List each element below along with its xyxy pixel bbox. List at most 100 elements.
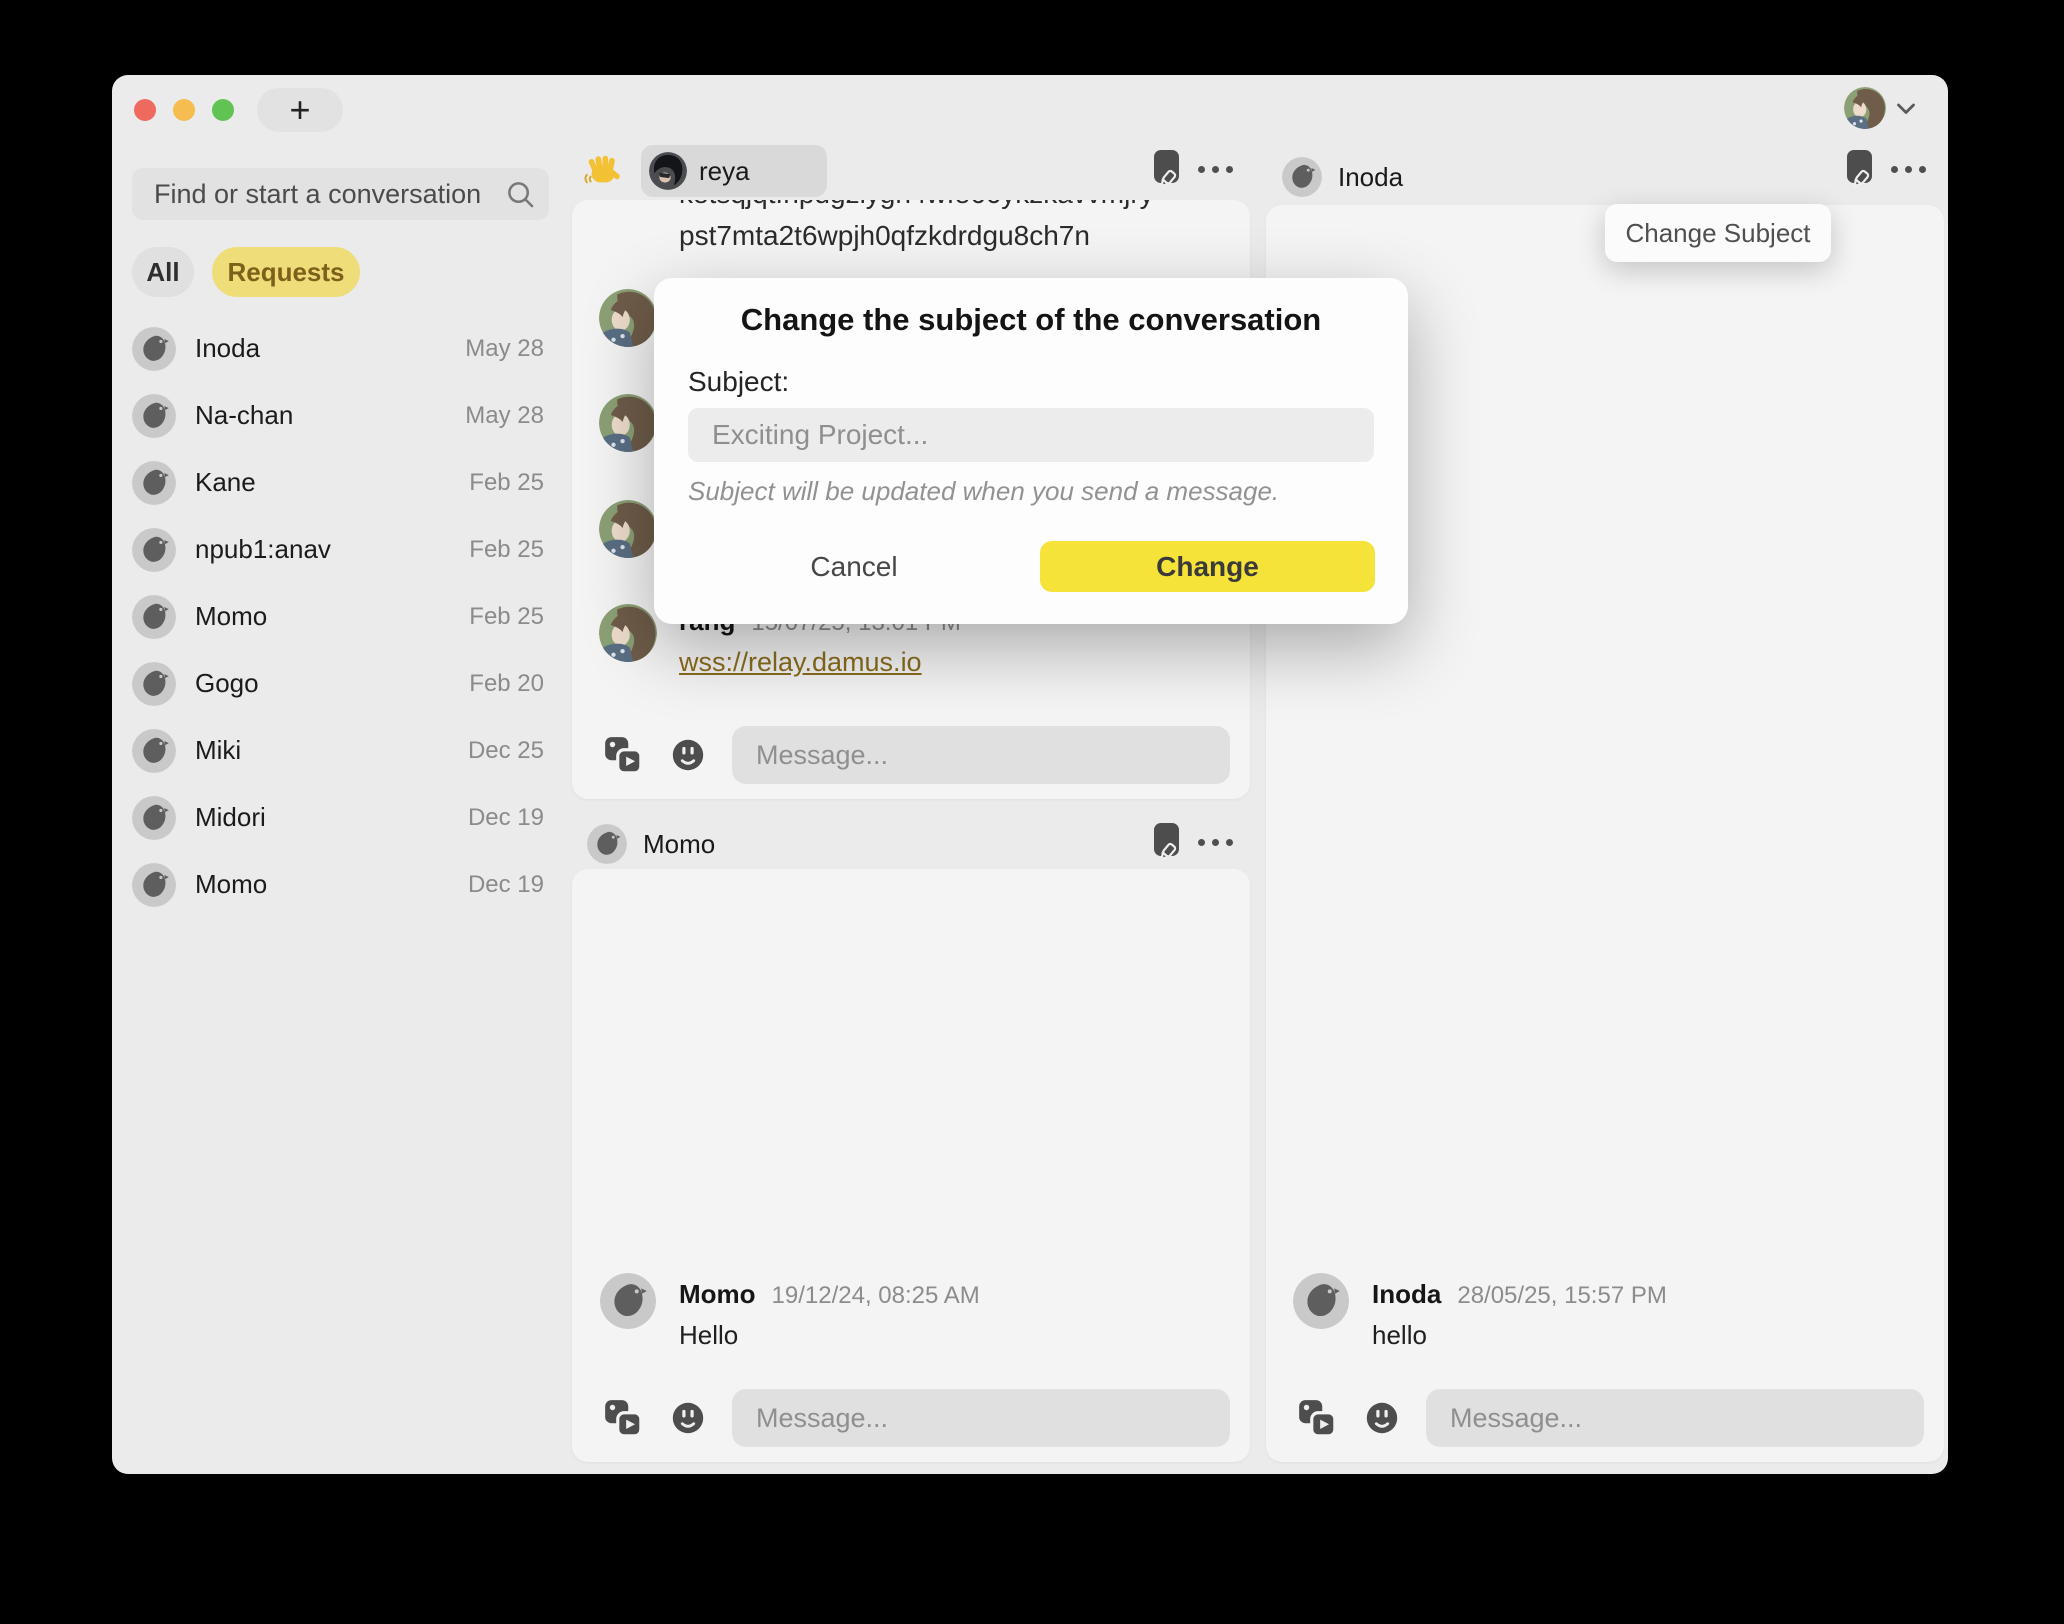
conversation-date: Dec 19 (468, 871, 544, 899)
conversation-date: Feb 25 (469, 603, 544, 631)
message-input[interactable] (1426, 1389, 1924, 1447)
default-avatar (132, 729, 176, 773)
emoji-picker-icon[interactable] (669, 736, 707, 774)
rang-avatar (599, 289, 657, 347)
conversation-list: Inoda May 28 Na-chan May 28 Kane Feb 25 … (132, 315, 544, 918)
subject-label: Subject: (688, 366, 789, 398)
composer-inoda (1296, 1389, 1924, 1447)
new-tab-button[interactable]: + (257, 88, 343, 132)
conversation-row[interactable]: Kane Feb 25 (132, 449, 544, 516)
message-text: Hello (679, 1320, 980, 1351)
conversation-row[interactable]: Momo Feb 25 (132, 583, 544, 650)
rang-avatar (599, 394, 657, 452)
default-avatar (132, 461, 176, 505)
chat-header-momo: Momo (587, 818, 715, 870)
message-text: hello (1372, 1320, 1667, 1351)
npub-line: pst7mta2t6wpjh0qfzkdrdgu8ch7n (679, 214, 1230, 258)
default-avatar (132, 662, 176, 706)
conversation-name: Inoda (195, 333, 446, 364)
relay-link[interactable]: wss://relay.damus.io (679, 647, 922, 678)
message-momo: Momo 19/12/24, 08:25 AM Hello (600, 1273, 980, 1351)
change-subject-icon[interactable] (1152, 822, 1184, 862)
conversation-date: May 28 (465, 402, 544, 430)
window-controls (134, 99, 234, 121)
message-author: Inoda (1372, 1279, 1441, 1310)
message-timestamp: 19/12/24, 08:25 AM (772, 1282, 980, 1310)
conversation-row[interactable]: Miki Dec 25 (132, 717, 544, 784)
close-window-button[interactable] (134, 99, 156, 121)
momo-avatar (587, 824, 627, 864)
attach-media-icon[interactable] (602, 1397, 644, 1439)
search-input[interactable] (132, 168, 549, 220)
conversation-row[interactable]: Momo Dec 19 (132, 851, 544, 918)
conversation-date: Feb 25 (469, 536, 544, 564)
message-inoda: Inoda 28/05/25, 15:57 PM hello (1293, 1273, 1667, 1351)
account-menu-button[interactable] (1844, 87, 1916, 129)
cancel-button[interactable]: Cancel (784, 541, 924, 592)
attach-media-icon[interactable] (1296, 1397, 1338, 1439)
default-avatar (132, 796, 176, 840)
chat-title-label: Momo (643, 829, 715, 860)
change-button[interactable]: Change (1040, 541, 1375, 592)
conversation-name: Gogo (195, 668, 450, 699)
conversation-name: Na-chan (195, 400, 446, 431)
conversation-search (132, 168, 549, 220)
zoom-window-button[interactable] (212, 99, 234, 121)
attach-media-icon[interactable] (602, 734, 644, 776)
conversation-name: Momo (195, 601, 450, 632)
message-input[interactable] (732, 726, 1230, 784)
conversation-name: Kane (195, 467, 450, 498)
conversation-name: Miki (195, 735, 449, 766)
inoda-avatar (1282, 157, 1322, 197)
subject-input[interactable] (688, 408, 1374, 462)
chat-header-inoda: Inoda (1282, 151, 1403, 203)
message-input[interactable] (732, 1389, 1230, 1447)
emoji-picker-icon[interactable] (669, 1399, 707, 1437)
search-icon (506, 180, 535, 209)
change-subject-icon[interactable] (1845, 149, 1877, 189)
inoda-avatar (1293, 1273, 1349, 1329)
conversation-date: Feb 20 (469, 670, 544, 698)
minimize-window-button[interactable] (173, 99, 195, 121)
composer-reya (602, 726, 1230, 784)
message-author: Momo (679, 1279, 756, 1310)
npub-message: ketsqjqtfnpdgzlygn4wfe66ykzkavvmjry pst7… (572, 200, 1250, 258)
conversation-row[interactable]: Inoda May 28 (132, 315, 544, 382)
conversation-name: npub1:anav (195, 534, 450, 565)
dialog-title: Change the subject of the conversation (654, 302, 1408, 338)
rang-avatar (599, 500, 657, 558)
composer-momo (602, 1389, 1230, 1447)
chat-title-label: Inoda (1338, 162, 1403, 193)
tab-all[interactable]: All (132, 247, 194, 297)
default-avatar (132, 595, 176, 639)
message-timestamp: 28/05/25, 15:57 PM (1457, 1282, 1666, 1310)
default-avatar (132, 528, 176, 572)
tab-requests[interactable]: Requests (212, 247, 360, 297)
conversation-row[interactable]: Gogo Feb 20 (132, 650, 544, 717)
conversation-row[interactable]: Midori Dec 19 (132, 784, 544, 851)
conversation-row[interactable]: npub1:anav Feb 25 (132, 516, 544, 583)
conversation-date: May 28 (465, 335, 544, 363)
rang-avatar (599, 604, 657, 662)
conversation-row[interactable]: Na-chan May 28 (132, 382, 544, 449)
emoji-picker-icon[interactable] (1363, 1399, 1401, 1437)
more-options-button[interactable] (1198, 839, 1233, 846)
more-options-button[interactable] (1198, 166, 1233, 173)
subject-hint: Subject will be updated when you send a … (688, 476, 1279, 507)
app-window: + All Requests Inoda May 28 Na-chan May … (112, 75, 1948, 1474)
conversation-name: Midori (195, 802, 449, 833)
conversation-date: Dec 25 (468, 737, 544, 765)
chat-title-label: reya (699, 156, 750, 187)
default-avatar (132, 863, 176, 907)
change-subject-icon[interactable] (1152, 149, 1184, 189)
npub-line-clipped: ketsqjqtfnpdgzlygn4wfe66ykzkavvmjry (679, 200, 1230, 214)
more-options-button[interactable] (1891, 166, 1926, 173)
chevron-down-icon (1896, 102, 1916, 115)
plus-icon: + (289, 89, 310, 131)
momo-avatar (600, 1273, 656, 1329)
chat-title-reya[interactable]: reya (641, 145, 827, 197)
wave-emoji (584, 151, 622, 189)
change-subject-dialog: Change the subject of the conversation S… (654, 278, 1408, 624)
default-avatar (132, 327, 176, 371)
conversation-filter-tabs: All Requests (132, 247, 360, 297)
